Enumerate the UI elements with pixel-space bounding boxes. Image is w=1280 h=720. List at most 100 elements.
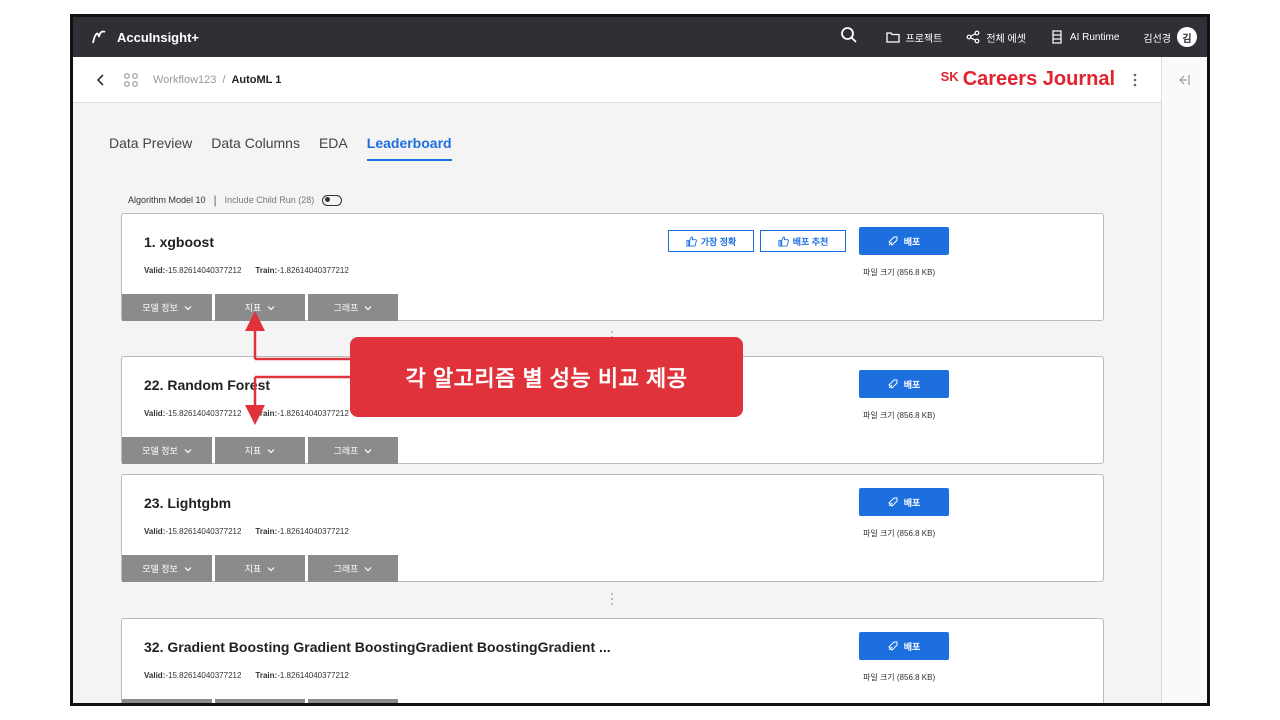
workflow-icon (124, 72, 138, 87)
valid-value: -15.82614040377212 (165, 671, 242, 680)
valid-value: -15.82614040377212 (165, 266, 242, 275)
app-window: AccuInsight+ 프로젝트 전체 에셋 AI Runtime 김선경 김 (70, 14, 1210, 706)
chevron-left-icon[interactable] (93, 72, 109, 88)
file-size: 파일 크기 (856.8 KB) (863, 411, 936, 420)
dropdown-label: 지표 (244, 446, 262, 456)
file-size: 파일 크기 (856.8 KB) (863, 529, 936, 538)
graph-dropdown[interactable]: 그래프 (308, 555, 398, 582)
tab-data-columns[interactable]: Data Columns (211, 135, 300, 161)
dropdown-label: 지표 (244, 564, 262, 574)
chevron-down-icon (184, 305, 192, 310)
file-size: 파일 크기 (856.8 KB) (863, 268, 936, 277)
graph-dropdown[interactable] (308, 699, 398, 703)
metrics-dropdown[interactable]: 지표 (215, 555, 305, 582)
recommended-label: 배포 추천 (792, 236, 829, 247)
metrics-dropdown[interactable]: 지표 (215, 437, 305, 464)
deploy-label: 배포 (903, 236, 921, 247)
watermark-logo: SK Careers Journal (941, 68, 1115, 91)
thumbs-up-icon (778, 235, 789, 247)
nav-projects[interactable]: 프로젝트 (885, 30, 943, 45)
model-metrics: Valid:-15.82614040377212 Train:-1.8261404… (144, 527, 349, 536)
model-info-dropdown[interactable]: 모델 정보 (122, 294, 212, 321)
deploy-button[interactable]: 배포 (859, 370, 949, 398)
dropdown-label: 모델 정보 (142, 446, 178, 456)
nav-projects-label: 프로젝트 (905, 33, 943, 45)
divider: | (213, 193, 217, 207)
chevron-down-icon (364, 448, 372, 453)
nav-all-assets[interactable]: 전체 에셋 (966, 30, 1026, 45)
deploy-button[interactable]: 배포 (859, 632, 949, 660)
deploy-button[interactable]: 배포 (859, 227, 949, 255)
user-menu[interactable]: 김선경 김 (1143, 27, 1197, 47)
child-run-toggle[interactable] (322, 194, 343, 206)
chevron-down-icon (184, 448, 192, 453)
app-logo[interactable]: AccuInsight+ (89, 27, 199, 47)
valid-label: Valid: (144, 527, 166, 536)
valid-label: Valid: (144, 266, 166, 275)
rocket-icon (888, 379, 898, 389)
card-dropdowns: 모델 정보 지표 그래프 (122, 437, 398, 464)
app-name: AccuInsight+ (117, 29, 199, 45)
child-run-label: Include Child Run (28) (224, 195, 315, 205)
model-info-dropdown[interactable]: 모델 정보 (122, 437, 212, 464)
train-label: Train: (255, 266, 278, 275)
leaderboard-card: 1. xgboost Valid:-15.82614040377212 Train… (121, 213, 1104, 321)
model-title: 1. xgboost (144, 234, 215, 250)
logo-icon (92, 30, 106, 44)
chevron-down-icon (364, 305, 372, 310)
model-title: 32. Gradient Boosting Gradient BoostingG… (144, 639, 611, 655)
rocket-icon (888, 497, 898, 507)
algorithm-filter-row: Algorithm Model 10 | Include Child Run (… (128, 193, 343, 207)
deploy-button[interactable]: 배포 (859, 488, 949, 516)
model-count: Algorithm Model 10 (128, 195, 206, 205)
more-vertical-icon[interactable] (610, 591, 614, 607)
rocket-icon (888, 236, 898, 246)
deploy-label: 배포 (903, 497, 921, 508)
nav-ai-runtime-label: AI Runtime (1069, 31, 1120, 43)
graph-dropdown[interactable]: 그래프 (308, 437, 398, 464)
chevron-down-icon (364, 566, 372, 571)
model-info-dropdown[interactable]: 모델 정보 (122, 555, 212, 582)
chevron-down-icon (184, 566, 192, 571)
card-dropdowns: 모델 정보 지표 그래프 (122, 555, 398, 582)
top-navigation-bar: AccuInsight+ 프로젝트 전체 에셋 AI Runtime 김선경 김 (73, 17, 1207, 57)
collapse-panel-icon[interactable] (1177, 73, 1191, 87)
brand-sk: SK (940, 69, 959, 84)
more-vertical-icon[interactable] (1127, 72, 1143, 88)
nav-all-assets-label: 전체 에셋 (986, 33, 1026, 45)
train-value: -1.82614040377212 (277, 527, 349, 536)
most-accurate-badge[interactable]: 가장 정확 (668, 230, 754, 252)
dropdown-label: 그래프 (333, 564, 359, 574)
folder-icon (885, 32, 900, 43)
user-name: 김선경 (1143, 33, 1171, 45)
train-label: Train: (255, 671, 278, 680)
metrics-dropdown[interactable] (215, 699, 305, 703)
dropdown-label: 모델 정보 (142, 564, 178, 574)
train-value: -1.82614040377212 (277, 671, 349, 680)
deploy-label: 배포 (903, 641, 921, 652)
annotation-arrows (245, 311, 351, 425)
model-info-dropdown[interactable] (122, 699, 212, 703)
tab-bar: Data Preview Data Columns EDA Leaderboar… (109, 135, 452, 161)
tab-eda[interactable]: EDA (319, 135, 348, 161)
card-dropdowns (122, 699, 398, 703)
train-label: Train: (255, 527, 278, 536)
breadcrumb-parent[interactable]: Workflow123 (153, 74, 216, 86)
valid-value: -15.82614040377212 (165, 409, 242, 418)
deploy-label: 배포 (903, 379, 921, 390)
tab-leaderboard[interactable]: Leaderboard (366, 135, 452, 161)
nav-ai-runtime[interactable]: AI Runtime (1050, 30, 1119, 44)
tab-data-preview[interactable]: Data Preview (109, 135, 192, 161)
brand-name: Careers Journal (962, 68, 1115, 90)
right-side-panel (1161, 57, 1207, 703)
model-title: 23. Lightgbm (144, 495, 232, 511)
search-icon[interactable] (840, 26, 858, 49)
leaderboard-card: 23. Lightgbm Valid:-15.82614040377212 Tra… (121, 474, 1104, 582)
chevron-down-icon (267, 448, 275, 453)
train-value: -1.82614040377212 (277, 266, 349, 275)
leaderboard-card: 32. Gradient Boosting Gradient BoostingG… (121, 618, 1104, 703)
chevron-down-icon (267, 566, 275, 571)
annotation-callout: 각 알고리즘 별 성능 비교 제공 (350, 337, 743, 417)
most-accurate-label: 가장 정확 (700, 236, 737, 247)
recommended-badge[interactable]: 배포 추천 (760, 230, 846, 252)
